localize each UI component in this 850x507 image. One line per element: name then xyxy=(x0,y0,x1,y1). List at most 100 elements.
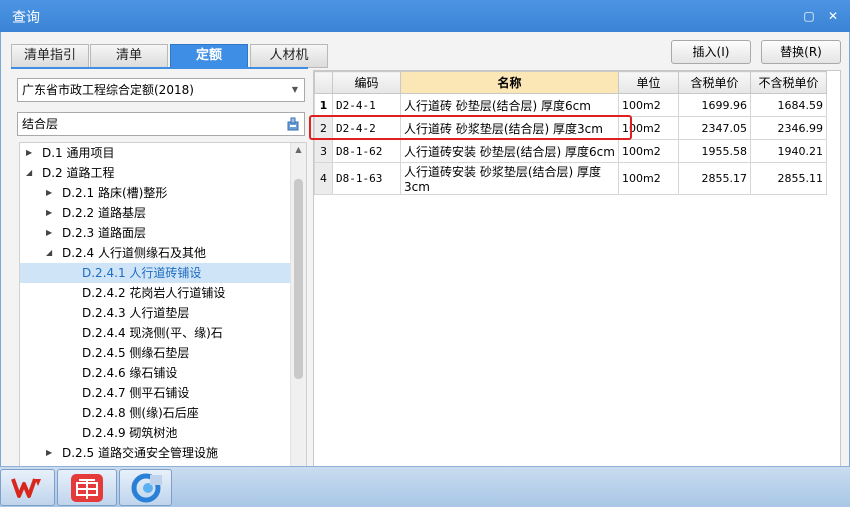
close-icon[interactable]: ✕ xyxy=(825,8,841,24)
glodon-icon xyxy=(131,473,162,503)
scroll-thumb[interactable] xyxy=(294,179,303,379)
quota-chapter-tree: ▶D.3 桥涵工程▶D.2.5 道路交通安全管理设施D.2.4.9 砌筑树池D.… xyxy=(19,142,307,507)
tree-item[interactable]: ▶ D.2.1 路床(槽)整形 xyxy=(20,183,290,203)
tree-item[interactable]: D.2.4.9 砌筑树池 xyxy=(20,423,290,443)
tree-item[interactable]: ▶ D.2.5 道路交通安全管理设施 xyxy=(20,443,290,463)
expand-arrow-icon[interactable]: ▶ xyxy=(46,223,56,243)
cell-unit[interactable]: 100m2 xyxy=(618,139,679,163)
table-row[interactable]: 1 D2-4-1 人行道砖 砂垫层(结合层) 厚度6cm 100m2 1699.96 16… xyxy=(314,93,827,117)
tree-item-label: D.2.4.2 花岗岩人行道铺设 xyxy=(82,286,226,300)
tree-item-label: D.2.4.6 缘石铺设 xyxy=(82,366,178,380)
quota-library-select[interactable]: 广东省市政工程综合定额(2018) ▼ xyxy=(17,78,305,102)
tree-item[interactable]: D.2.4.3 人行道垫层 xyxy=(20,303,290,323)
cell-unit[interactable]: 100m2 xyxy=(618,162,679,195)
expand-arrow-icon[interactable]: ▶ xyxy=(46,443,56,463)
tree-scrollbar[interactable]: ▲ xyxy=(290,143,306,506)
tree-item-label: D.2 道路工程 xyxy=(42,166,115,180)
cell-price-tax[interactable]: 1955.58 xyxy=(678,139,751,163)
cell-price-notax[interactable]: 2855.11 xyxy=(750,162,827,195)
table-row[interactable]: 4 D8-1-63 人行道砖安装 砂浆垫层(结合层) 厚度3cm 100m2 2855.… xyxy=(314,162,827,195)
tree-item-label: D.2.4.1 人行道砖铺设 xyxy=(82,266,202,280)
header-price-notax[interactable]: 不含税单价 xyxy=(750,71,827,94)
cell-name[interactable]: 人行道砖 砂浆垫层(结合层) 厚度3cm xyxy=(400,116,619,140)
cell-name[interactable]: 人行道砖 砂垫层(结合层) 厚度6cm xyxy=(400,93,619,117)
cell-code[interactable]: D8-1-63 xyxy=(332,162,401,195)
quota-results-grid: 编码 名称 单位 含税单价 不含税单价 1 D2-4-1 人行道砖 砂垫层(结合层)… xyxy=(313,70,841,470)
tree-item[interactable]: D.2.4.1 人行道砖铺设 xyxy=(20,263,290,283)
cell-code[interactable]: D2-4-2 xyxy=(332,116,401,140)
tree-item-label: D.2.4.8 侧(缘)石后座 xyxy=(82,406,199,420)
taskbar-audit[interactable] xyxy=(57,469,117,506)
tab-bill[interactable]: 清单 xyxy=(90,44,168,68)
cell-price-tax[interactable]: 2855.17 xyxy=(678,162,751,195)
search-filter-icon[interactable] xyxy=(286,117,300,131)
tree-item-label: D.1 通用项目 xyxy=(42,146,115,160)
replace-button[interactable]: 替换(R) xyxy=(761,40,841,64)
tree-item-label: D.2.2 道路基层 xyxy=(62,206,146,220)
tab-quota[interactable]: 定额 xyxy=(170,44,248,68)
left-panel: 广东省市政工程综合定额(2018) ▼ 结合层 ▶D.3 桥涵工程▶D.2.5 … xyxy=(17,72,307,507)
tree-item-label: D.2.5 道路交通安全管理设施 xyxy=(62,446,218,460)
tree-item[interactable]: D.2.4.5 侧缘石垫层 xyxy=(20,343,290,363)
search-value: 结合层 xyxy=(22,117,59,131)
search-input[interactable]: 结合层 xyxy=(17,112,305,136)
cell-code[interactable]: D8-1-62 xyxy=(332,139,401,163)
cell-price-tax[interactable]: 2347.05 xyxy=(678,116,751,140)
row-number[interactable]: 3 xyxy=(314,139,333,163)
cell-name[interactable]: 人行道砖安装 砂浆垫层(结合层) 厚度3cm xyxy=(400,162,619,195)
tree-item-label: D.2.4 人行道侧缘石及其他 xyxy=(62,246,206,260)
expand-arrow-icon[interactable]: ▶ xyxy=(46,183,56,203)
tree-item-label: D.2.4.9 砌筑树池 xyxy=(82,426,178,440)
restore-icon[interactable]: ▢ xyxy=(801,8,817,24)
tab-bill-guide[interactable]: 清单指引 xyxy=(11,44,89,68)
cell-code[interactable]: D2-4-1 xyxy=(332,93,401,117)
tree-item[interactable]: ▶ D.2.2 道路基层 xyxy=(20,203,290,223)
cell-unit[interactable]: 100m2 xyxy=(618,116,679,140)
tree-item-label: D.2.4.5 侧缘石垫层 xyxy=(82,346,190,360)
window-titlebar: 查询 ▢ ✕ xyxy=(0,0,850,32)
audit-icon xyxy=(71,474,103,502)
tree-item[interactable]: D.2.4.6 缘石铺设 xyxy=(20,363,290,383)
header-code[interactable]: 编码 xyxy=(332,71,401,94)
tree-item-label: D.2.3 道路面层 xyxy=(62,226,146,240)
expand-arrow-icon[interactable]: ▶ xyxy=(26,143,36,163)
tree-item[interactable]: D.2.4.8 侧(缘)石后座 xyxy=(20,403,290,423)
tree-item-label: D.2.4.4 现浇侧(平、缘)石 xyxy=(82,326,223,340)
tree-item[interactable]: D.2.4.7 侧平石铺设 xyxy=(20,383,290,403)
tree-item[interactable]: ▶ D.1 通用项目 xyxy=(20,143,290,163)
row-number[interactable]: 4 xyxy=(314,162,333,195)
collapse-arrow-icon[interactable]: ◢ xyxy=(46,243,56,263)
expand-arrow-icon[interactable]: ▶ xyxy=(46,203,56,223)
wps-icon xyxy=(11,478,41,498)
insert-button[interactable]: 插入(I) xyxy=(671,40,751,64)
chevron-down-icon[interactable]: ▼ xyxy=(292,79,298,101)
taskbar-glodon[interactable] xyxy=(119,469,172,506)
tree-item[interactable]: ◢ D.2.4 人行道侧缘石及其他 xyxy=(20,243,290,263)
collapse-arrow-icon[interactable]: ◢ xyxy=(26,163,36,183)
header-name[interactable]: 名称 xyxy=(400,71,619,94)
taskbar-wps[interactable] xyxy=(0,469,55,506)
cell-price-notax[interactable]: 2346.99 xyxy=(750,116,827,140)
row-number-header xyxy=(314,71,333,94)
tab-labor-material-machine[interactable]: 人材机 xyxy=(250,44,328,68)
window-title: 查询 xyxy=(12,10,40,26)
tree-item[interactable]: D.2.4.2 花岗岩人行道铺设 xyxy=(20,283,290,303)
cell-price-tax[interactable]: 1699.96 xyxy=(678,93,751,117)
row-number[interactable]: 1 xyxy=(314,93,333,117)
cell-price-notax[interactable]: 1940.21 xyxy=(750,139,827,163)
tree-item-label: D.2.4.7 侧平石铺设 xyxy=(82,386,190,400)
row-number[interactable]: 2 xyxy=(314,116,333,140)
table-row[interactable]: 3 D8-1-62 人行道砖安装 砂垫层(结合层) 厚度6cm 100m2 1955.5… xyxy=(314,139,827,163)
tree-item[interactable]: ◢ D.2 道路工程 xyxy=(20,163,290,183)
table-row[interactable]: 2 D2-4-2 人行道砖 砂浆垫层(结合层) 厚度3cm 100m2 2347.05 2… xyxy=(314,116,827,140)
tree-item[interactable]: ▶ D.2.3 道路面层 xyxy=(20,223,290,243)
tree-item-label: D.2.4.3 人行道垫层 xyxy=(82,306,190,320)
header-price-tax[interactable]: 含税单价 xyxy=(678,71,751,94)
tree-item[interactable]: D.2.4.4 现浇侧(平、缘)石 xyxy=(20,323,290,343)
cell-name[interactable]: 人行道砖安装 砂垫层(结合层) 厚度6cm xyxy=(400,139,619,163)
header-unit[interactable]: 单位 xyxy=(618,71,679,94)
scroll-up-icon[interactable]: ▲ xyxy=(293,145,304,154)
cell-unit[interactable]: 100m2 xyxy=(618,93,679,117)
taskbar xyxy=(0,466,850,507)
cell-price-notax[interactable]: 1684.59 xyxy=(750,93,827,117)
